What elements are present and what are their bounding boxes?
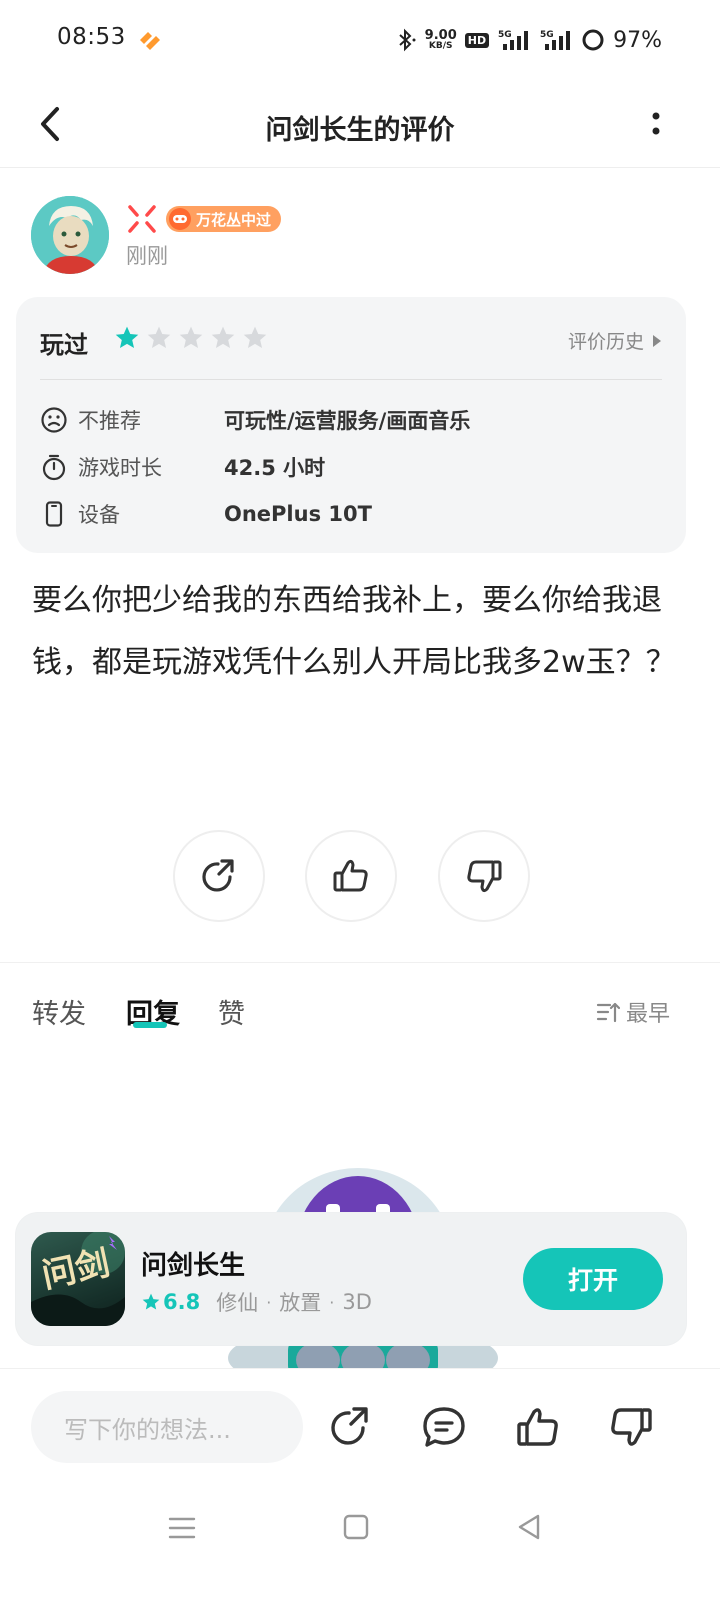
page-title: 问剑长生的评价 bbox=[265, 115, 455, 146]
avatar-image bbox=[31, 196, 109, 274]
signal-5g-icon: 5G bbox=[498, 30, 529, 50]
share-icon[interactable] bbox=[326, 1403, 374, 1451]
star-empty-icon bbox=[243, 326, 267, 348]
sort-label: 最早 bbox=[625, 1002, 670, 1027]
review-text: 要么你把少给我的东西给我补上，要么你给我退钱，都是玩游戏凭什么别人开局比我多2w… bbox=[32, 583, 676, 680]
battery-ring-icon bbox=[582, 29, 604, 51]
share-icon bbox=[202, 859, 234, 892]
gamepad-icon bbox=[169, 208, 191, 230]
app-tag: 放置 bbox=[279, 1291, 322, 1315]
app-meta: 6.8 修仙 · 放置 · 3D bbox=[141, 1287, 372, 1317]
menu-icon[interactable] bbox=[162, 1510, 202, 1546]
status-time: 08:53 bbox=[57, 24, 126, 50]
tag-separator: · bbox=[329, 1292, 335, 1312]
home-square-icon[interactable] bbox=[336, 1510, 376, 1546]
recommend-label: 不推荐 bbox=[78, 409, 141, 433]
recommend-value: 可玩性/运营服务/画面音乐 bbox=[224, 409, 471, 433]
section-divider bbox=[0, 962, 720, 963]
star-empty-icon bbox=[179, 326, 203, 348]
post-time: 刚刚 bbox=[126, 244, 168, 268]
status-bar: 08:53 9.00 KB/S HD 5G 5G 97% bbox=[0, 0, 720, 84]
star-empty-icon bbox=[147, 326, 171, 348]
phone-icon bbox=[45, 501, 63, 527]
thumbs-up-icon[interactable] bbox=[514, 1403, 562, 1451]
dislike-button[interactable] bbox=[438, 830, 530, 922]
anger-emoji-icon bbox=[128, 205, 156, 233]
avatar[interactable] bbox=[31, 196, 109, 274]
author-badges: 万花丛中过 bbox=[126, 204, 282, 234]
stopwatch-icon bbox=[42, 454, 66, 481]
info-row-device: 设备 OnePlus 10T bbox=[40, 497, 660, 531]
device-value: OnePlus 10T bbox=[224, 502, 372, 526]
rating-stars bbox=[114, 325, 268, 351]
star-filled-icon bbox=[115, 326, 139, 348]
info-row-playtime: 游戏时长 42.5 小时 bbox=[40, 450, 660, 484]
card-divider bbox=[40, 379, 662, 380]
review-history-link[interactable]: 评价历史 bbox=[568, 327, 662, 354]
info-row-recommend: 不推荐 可玩性/运营服务/画面音乐 bbox=[40, 403, 660, 437]
system-navigation-bar bbox=[0, 1490, 720, 1608]
bluetooth-icon bbox=[399, 28, 416, 52]
svg-text:5G: 5G bbox=[498, 30, 512, 40]
more-vertical-icon bbox=[652, 112, 660, 135]
thumbs-up-icon bbox=[333, 859, 368, 892]
share-button[interactable] bbox=[173, 830, 265, 922]
playtime-value: 42.5 小时 bbox=[224, 456, 326, 480]
comment-icon[interactable] bbox=[420, 1403, 468, 1451]
tab-like[interactable]: 赞 bbox=[218, 992, 245, 1031]
play-arrow-icon bbox=[653, 334, 661, 347]
svg-text:5G: 5G bbox=[540, 30, 554, 40]
app-name: 问剑长生 bbox=[141, 1251, 246, 1281]
app-tag: 修仙 bbox=[216, 1291, 259, 1315]
played-label: 玩过 bbox=[40, 331, 88, 359]
app-icon-text: 问剑 bbox=[38, 1243, 113, 1296]
star-icon bbox=[142, 1293, 160, 1310]
tag-separator: · bbox=[266, 1292, 272, 1312]
back-triangle-icon[interactable] bbox=[510, 1510, 550, 1546]
app-score-value: 6.8 bbox=[163, 1290, 201, 1314]
app-icon[interactable]: 问剑 bbox=[31, 1232, 125, 1326]
status-indicators: 9.00 KB/S HD 5G 5G 97% bbox=[395, 22, 662, 58]
playtime-label: 游戏时长 bbox=[78, 456, 162, 480]
review-history-label: 评价历史 bbox=[567, 331, 644, 353]
sort-button[interactable]: 最早 bbox=[596, 996, 670, 1028]
battery-percent: 97% bbox=[613, 27, 662, 53]
thumbs-down-icon[interactable] bbox=[607, 1403, 655, 1451]
tab-repost[interactable]: 转发 bbox=[32, 992, 86, 1031]
open-app-button[interactable]: 打开 bbox=[523, 1248, 663, 1310]
app-score: 6.8 bbox=[141, 1290, 200, 1314]
app-notification-icon bbox=[140, 32, 160, 50]
title-badge[interactable]: 万花丛中过 bbox=[166, 206, 282, 232]
like-button[interactable] bbox=[305, 830, 397, 922]
nav-header: 问剑长生的评价 bbox=[0, 84, 720, 168]
sort-icon bbox=[596, 1002, 620, 1023]
thumbs-down-icon bbox=[467, 860, 502, 893]
signal-5g-icon-2: 5G bbox=[540, 30, 571, 50]
hd-badge: HD bbox=[464, 32, 490, 48]
app-tag: 3D bbox=[342, 1290, 372, 1314]
network-speed: 9.00 KB/S bbox=[424, 28, 457, 51]
tab-active-indicator bbox=[133, 1022, 167, 1028]
app-icon-image: 问剑 bbox=[31, 1232, 125, 1326]
comment-input[interactable]: 写下你的想法... bbox=[31, 1391, 303, 1463]
title-badge-label: 万花丛中过 bbox=[196, 210, 272, 229]
app-banner[interactable]: 问剑 问剑长生 6.8 修仙 · 放置 · 3D 打开 bbox=[16, 1213, 686, 1345]
sad-face-icon bbox=[41, 407, 67, 433]
bottom-action-bar: 写下你的想法... bbox=[0, 1368, 720, 1488]
star-empty-icon bbox=[211, 326, 235, 348]
more-options-button[interactable] bbox=[636, 98, 676, 150]
review-card: 玩过 评价历史 不推荐 可玩性/运营服务/画面音乐 游戏时长 42.5 小时 设… bbox=[16, 297, 686, 553]
device-label: 设备 bbox=[78, 503, 120, 527]
